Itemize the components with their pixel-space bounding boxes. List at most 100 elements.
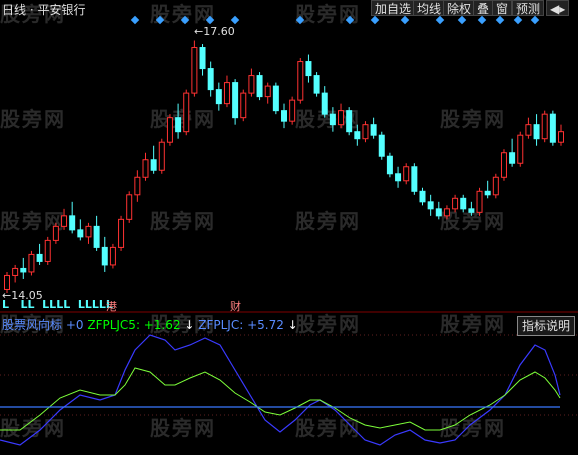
signal-diamond-icon [495, 15, 505, 25]
indicator-values: 股票风向标 +0 ZFPLJC5: +1.62 ↓ ZFPLJC: +5.72 … [2, 316, 298, 333]
candle-body [427, 201, 434, 210]
signal-diamond-icon [513, 15, 523, 25]
price-chart[interactable] [0, 0, 578, 455]
candle-body [44, 239, 51, 262]
candle-body [484, 190, 491, 196]
candle-body [61, 215, 68, 227]
arrow-left-icon: ← [194, 25, 204, 38]
candle-body [142, 159, 149, 178]
candle-body [158, 141, 165, 171]
signal-diamond-icon [205, 15, 215, 25]
high-price-annotation: ←17.60 [194, 25, 235, 38]
zfpljc-line [0, 334, 561, 446]
candle-body [305, 61, 312, 77]
signal-diamond-icon [435, 15, 445, 25]
candle-body [264, 85, 271, 98]
candle-body [232, 82, 239, 119]
signal-diamond-icon [230, 15, 240, 25]
candle-body [492, 176, 499, 196]
signal-diamond-icon [130, 15, 140, 25]
signal-diamond-icon [530, 15, 540, 25]
candle-body [166, 117, 173, 143]
candle-body [240, 92, 247, 119]
candle-body [207, 68, 214, 91]
candle-body [281, 110, 287, 122]
candle-body [419, 190, 426, 203]
candle-body [500, 152, 507, 178]
candle-body [183, 92, 190, 133]
candle-body [223, 82, 230, 105]
candle-body [109, 246, 116, 266]
candle-body [386, 155, 393, 175]
candle-body [12, 267, 19, 276]
signal-diamond-icon [400, 15, 410, 25]
candle-body [443, 208, 450, 217]
candle-body [509, 152, 516, 164]
candle-body [297, 61, 304, 101]
candle-body [395, 173, 402, 182]
signal-diamond-icon [155, 15, 165, 25]
candle-body [541, 113, 548, 140]
candle-body [558, 131, 564, 143]
candle-body [338, 110, 345, 126]
add-favorite-button[interactable]: 加自选 [371, 0, 416, 16]
nav-arrows-button[interactable]: ◀▸ [546, 0, 570, 16]
hk-connect-marker: 港 [106, 300, 117, 313]
candle-body [126, 194, 133, 220]
ex-rights-button[interactable]: 除权 [443, 0, 476, 16]
overlay-button[interactable]: 叠 [473, 0, 494, 16]
candle-body [199, 47, 206, 70]
forecast-button[interactable]: 预测 [512, 0, 545, 16]
candle-body [118, 218, 125, 248]
candle-body [191, 47, 198, 94]
candle-body [460, 197, 467, 210]
window-title: 日线 · 平安银行 [2, 3, 86, 17]
candle-body [4, 274, 10, 290]
signal-diamond-icon [180, 15, 190, 25]
signal-diamond-icon [295, 15, 305, 25]
candle-body [403, 166, 410, 182]
candle-body [101, 246, 108, 266]
indicator-name: 股票风向标 [2, 318, 63, 332]
signal-markers: L LL LLLL LLLLL [2, 298, 113, 311]
candle-body [468, 208, 475, 213]
candle-body [215, 89, 222, 105]
candle-body [256, 75, 263, 98]
candle-body [435, 208, 442, 217]
signal-diamond-icon [345, 15, 355, 25]
candle-body [85, 225, 92, 238]
candle-body [36, 253, 43, 262]
candle-body [175, 117, 182, 133]
candle-body [134, 176, 141, 196]
candle-body [476, 190, 483, 213]
candle-body [533, 124, 540, 140]
candle-body [313, 75, 320, 94]
indicator-help-button[interactable]: 指标说明 [517, 316, 575, 336]
window-button[interactable]: 窗 [492, 0, 513, 16]
candle-body [321, 92, 328, 115]
candle-body [69, 215, 76, 231]
candle-body [346, 110, 353, 133]
candle-body [452, 197, 459, 210]
indicator-value: +0 [62, 318, 88, 332]
stock-chart-window: 股旁网 股旁网 股旁网 股旁网 股旁网 股旁网 股旁网 股旁网 股旁网 股旁网 … [0, 0, 578, 455]
candle-body [370, 124, 377, 136]
signal-diamond-icon [370, 15, 380, 25]
candle-body [20, 267, 27, 273]
candle-body [549, 113, 556, 143]
candle-body [362, 124, 369, 140]
zfpljc-value: ZFPLJC: +5.72 [198, 318, 284, 332]
candle-body [77, 229, 84, 238]
moving-average-button[interactable]: 均线 [413, 0, 446, 16]
candle-body [525, 124, 532, 136]
candle-body [248, 75, 255, 94]
candle-body [354, 131, 361, 140]
candle-body [52, 225, 59, 241]
candle-body [329, 113, 336, 126]
candle-body [517, 134, 524, 164]
candle-body [378, 134, 385, 157]
candle-body [272, 85, 279, 112]
candle-body [93, 225, 100, 248]
candle-body [150, 159, 157, 171]
arrow-down-icon: ↓ [180, 318, 199, 332]
